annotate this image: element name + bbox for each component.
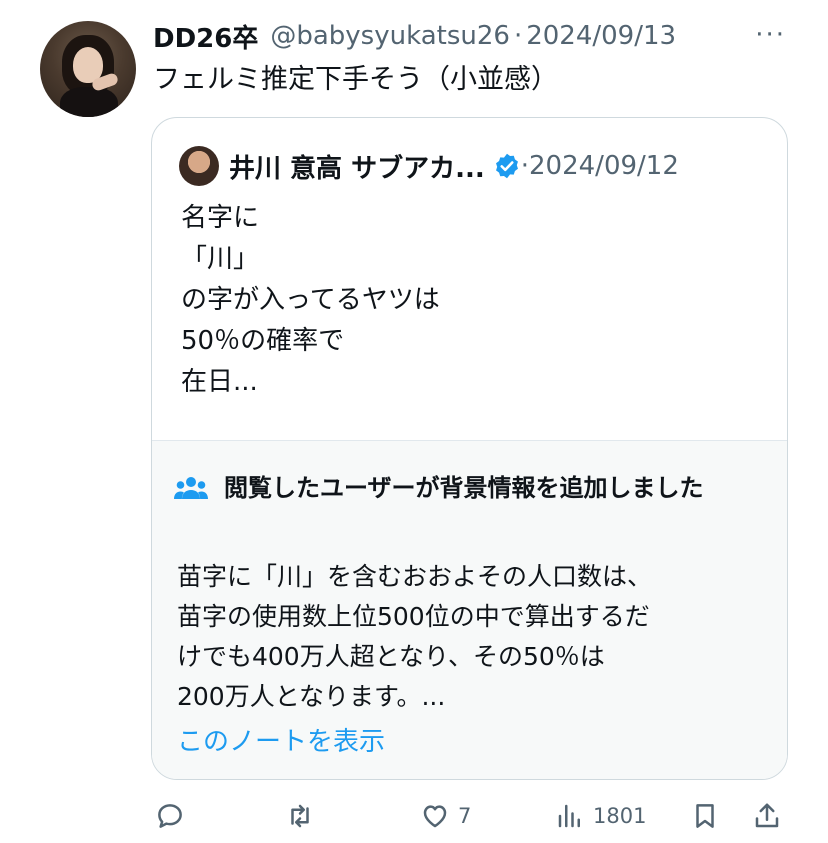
author-avatar[interactable] bbox=[40, 21, 136, 117]
tweet-actions-bar: 7 1801 bbox=[0, 795, 828, 837]
retweet-button[interactable] bbox=[285, 795, 315, 837]
verified-badge-icon bbox=[495, 153, 518, 179]
tweet-text: フェルミ推定下手そう（小並感） bbox=[153, 64, 558, 95]
retweet-icon bbox=[291, 804, 309, 828]
quoted-author-name[interactable]: 井川 意高 サブアカ... bbox=[229, 148, 485, 185]
view-count: 1801 bbox=[593, 804, 647, 828]
heart-icon bbox=[423, 805, 447, 828]
views-button[interactable]: 1801 bbox=[555, 795, 646, 837]
quoted-tweet-date[interactable]: 2024/09/12 bbox=[529, 151, 679, 181]
like-button[interactable]: 7 bbox=[420, 795, 471, 837]
people-group-icon bbox=[174, 477, 208, 499]
views-chart-icon bbox=[558, 804, 580, 828]
share-icon bbox=[755, 803, 779, 828]
like-count: 7 bbox=[458, 804, 472, 828]
bookmark-icon bbox=[696, 804, 714, 828]
quoted-tweet-card[interactable]: 井川 意高 サブアカ... · 2024/09/12 名字に 「川」 の字が入っ… bbox=[151, 117, 788, 780]
tweet-date[interactable]: 2024/09/13 bbox=[526, 21, 676, 51]
author-handle[interactable]: @babysyukatsu26 bbox=[270, 21, 510, 51]
show-note-link[interactable]: このノートを表示 bbox=[177, 721, 385, 758]
author-display-name[interactable]: DD26卒 bbox=[153, 18, 258, 55]
community-note: 閲覧したユーザーが背景情報を追加しました 苗字に「川」を含むおおよその人口数は、… bbox=[152, 440, 787, 779]
share-button[interactable] bbox=[752, 795, 782, 837]
community-note-title: 閲覧したユーザーが背景情報を追加しました bbox=[224, 474, 704, 502]
tweet-header: DD26卒 @babysyukatsu26 · 2024/09/13 bbox=[153, 16, 676, 56]
quoted-tweet-header: 井川 意高 サブアカ... · 2024/09/12 bbox=[229, 144, 679, 188]
community-note-body: 苗字に「川」を含むおおよその人口数は、 苗字の使用数上位500位の中で算出するだ… bbox=[177, 562, 653, 711]
header-separator: · bbox=[513, 21, 523, 51]
more-horizontal-icon[interactable]: ··· bbox=[755, 20, 786, 50]
quoted-author-avatar[interactable] bbox=[179, 146, 219, 186]
avatar-body bbox=[60, 87, 118, 117]
quoted-tweet-text: 名字に 「川」 の字が入ってるヤツは 50％の確率で 在日... bbox=[181, 203, 440, 397]
reply-icon bbox=[158, 804, 182, 828]
reply-button[interactable] bbox=[155, 795, 185, 837]
bookmark-button[interactable] bbox=[690, 795, 720, 837]
quoted-header-separator: · bbox=[520, 151, 530, 181]
